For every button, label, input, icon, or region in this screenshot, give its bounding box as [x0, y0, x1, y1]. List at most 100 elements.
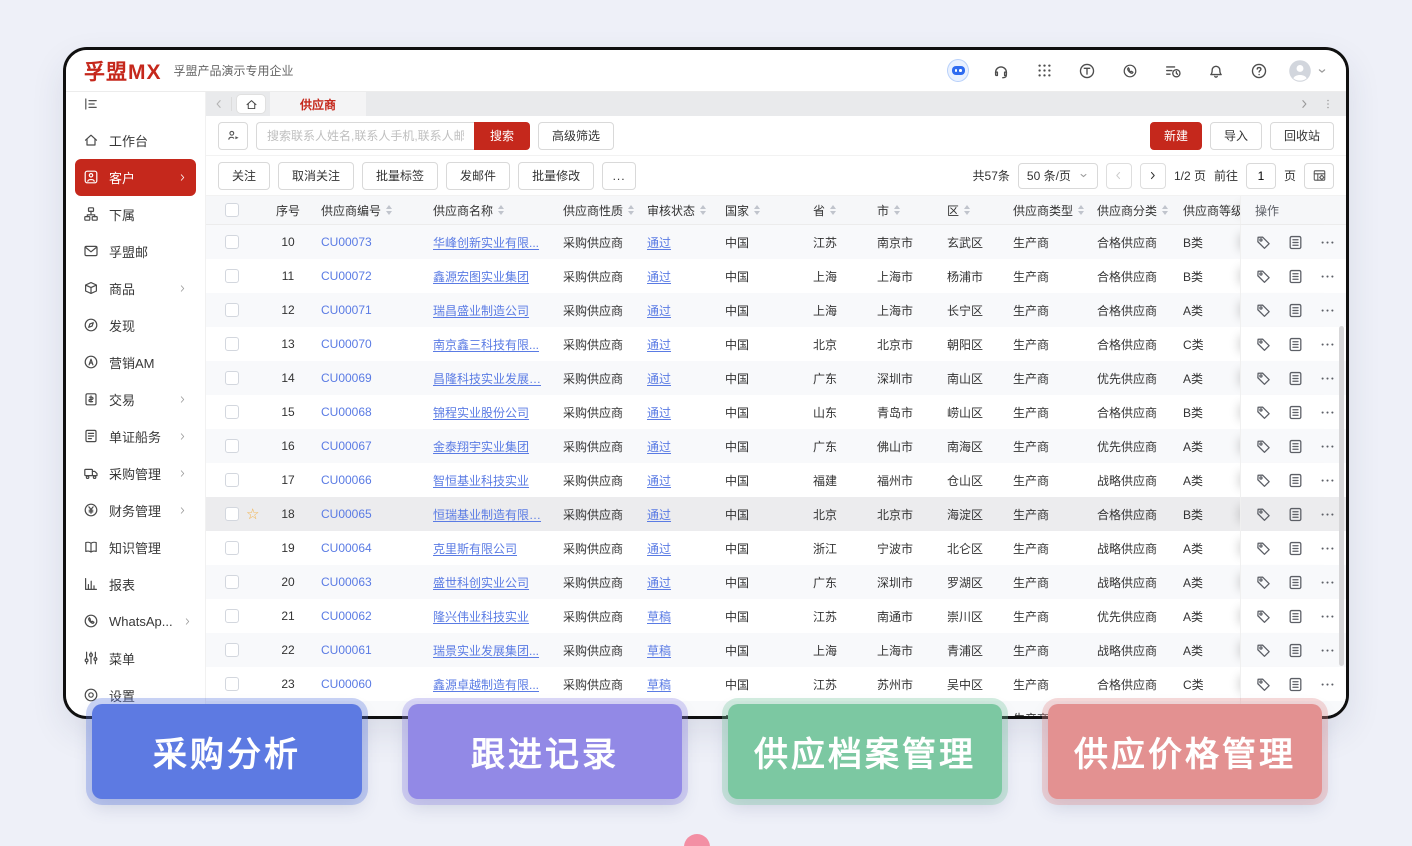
audit-status-link[interactable]: 通过 [636, 293, 714, 327]
row-checkbox[interactable] [225, 643, 239, 657]
supplier-code-link[interactable]: CU00063 [310, 565, 422, 599]
tag-icon[interactable] [1255, 574, 1272, 591]
contact-filter-icon[interactable] [218, 122, 248, 150]
tag-icon[interactable] [1255, 642, 1272, 659]
whatsapp-icon[interactable] [1119, 60, 1141, 82]
bulk-tag-button[interactable]: 批量标签 [362, 162, 438, 190]
supplier-name-link[interactable]: 鑫源宏图实业集团 [422, 259, 552, 293]
sort-icon[interactable] [964, 205, 970, 215]
supplier-code-link[interactable]: CU00060 [310, 667, 422, 701]
apps-grid-icon[interactable] [1033, 60, 1055, 82]
tab-scroll-right-icon[interactable] [1298, 98, 1310, 110]
supplier-name-link[interactable]: 恒瑞基业制造有限… [422, 497, 552, 531]
sidebar-item-report[interactable]: 报表 [75, 566, 196, 603]
supplier-code-link[interactable]: CU00067 [310, 429, 422, 463]
sidebar-item-marketing[interactable]: 营销AM [75, 344, 196, 381]
send-email-button[interactable]: 发邮件 [446, 162, 510, 190]
row-checkbox[interactable] [225, 575, 239, 589]
search-button[interactable]: 搜索 [474, 122, 530, 150]
document-icon[interactable] [1287, 336, 1304, 353]
supplier-code-link[interactable]: CU00071 [310, 293, 422, 327]
tag-icon[interactable] [1255, 540, 1272, 557]
sort-icon[interactable] [628, 205, 634, 215]
row-checkbox[interactable] [225, 473, 239, 487]
headset-icon[interactable] [990, 60, 1012, 82]
supplier-code-link[interactable]: CU00064 [310, 531, 422, 565]
user-menu[interactable] [1288, 59, 1328, 83]
row-checkbox[interactable] [225, 541, 239, 555]
tag-icon[interactable] [1255, 404, 1272, 421]
goto-page-input[interactable] [1246, 163, 1276, 189]
supplier-name-link[interactable]: 金泰翔宇实业集团 [422, 429, 552, 463]
sidebar-item-product[interactable]: 商品 [75, 270, 196, 307]
tag-icon[interactable] [1255, 506, 1272, 523]
supplier-code-link[interactable]: CU00065 [310, 497, 422, 531]
recycle-bin-button[interactable]: 回收站 [1270, 122, 1334, 150]
document-icon[interactable] [1287, 506, 1304, 523]
supplier-name-link[interactable]: 克里斯有限公司 [422, 531, 552, 565]
document-icon[interactable] [1287, 472, 1304, 489]
more-icon[interactable] [1319, 404, 1336, 421]
supplier-name-link[interactable]: 盛世科创实业公司 [422, 565, 552, 599]
sort-icon[interactable] [1162, 205, 1168, 215]
table-settings-icon[interactable] [1304, 163, 1334, 189]
row-checkbox[interactable] [225, 677, 239, 691]
row-checkbox[interactable] [225, 303, 239, 317]
sidebar-item-trade[interactable]: 交易 [75, 381, 196, 418]
document-icon[interactable] [1287, 540, 1304, 557]
more-icon[interactable] [1319, 234, 1336, 251]
row-checkbox[interactable] [225, 269, 239, 283]
sort-icon[interactable] [498, 205, 504, 215]
document-icon[interactable] [1287, 302, 1304, 319]
document-icon[interactable] [1287, 574, 1304, 591]
document-icon[interactable] [1287, 438, 1304, 455]
help-icon[interactable] [1248, 60, 1270, 82]
more-icon[interactable] [1319, 574, 1336, 591]
row-checkbox[interactable] [225, 609, 239, 623]
template-t-icon[interactable] [1076, 60, 1098, 82]
audit-status-link[interactable]: 通过 [636, 497, 714, 531]
tag-icon[interactable] [1255, 676, 1272, 693]
supplier-name-link[interactable]: 瑞昌盛业制造公司 [422, 293, 552, 327]
document-icon[interactable] [1287, 676, 1304, 693]
unfollow-button[interactable]: 取消关注 [278, 162, 354, 190]
more-icon[interactable] [1319, 438, 1336, 455]
supplier-code-link[interactable]: CU00069 [310, 361, 422, 395]
activity-log-icon[interactable] [1162, 60, 1184, 82]
audit-status-link[interactable]: 通过 [636, 395, 714, 429]
overlay-button-3[interactable]: 供应档案管理 [728, 704, 1002, 799]
search-input[interactable] [256, 122, 474, 150]
more-actions-button[interactable]: ... [602, 162, 636, 190]
sidebar-item-menu[interactable]: 菜单 [75, 640, 196, 677]
sidebar-item-whatsapp[interactable]: WhatsAp... [75, 603, 196, 640]
supplier-name-link[interactable]: 瑞景实业发展集团... [422, 633, 552, 667]
audit-status-link[interactable]: 通过 [636, 429, 714, 463]
more-icon[interactable] [1319, 336, 1336, 353]
more-icon[interactable] [1319, 302, 1336, 319]
vertical-scrollbar[interactable] [1339, 326, 1344, 666]
row-checkbox[interactable] [225, 507, 239, 521]
supplier-code-link[interactable]: CU00062 [310, 599, 422, 633]
bulk-edit-button[interactable]: 批量修改 [518, 162, 594, 190]
tag-icon[interactable] [1255, 302, 1272, 319]
user-avatar-icon[interactable] [1288, 59, 1312, 83]
sort-icon[interactable] [754, 205, 760, 215]
supplier-code-link[interactable]: CU00073 [310, 225, 422, 259]
row-checkbox[interactable] [225, 371, 239, 385]
more-icon[interactable] [1319, 676, 1336, 693]
more-icon[interactable] [1319, 642, 1336, 659]
sidebar-item-customer[interactable]: 客户 [75, 159, 196, 196]
supplier-name-link[interactable]: 隆兴伟业科技实业 [422, 599, 552, 633]
supplier-code-link[interactable]: CU00068 [310, 395, 422, 429]
row-checkbox[interactable] [225, 235, 239, 249]
back-chevron-icon[interactable] [206, 97, 232, 111]
supplier-code-link[interactable]: CU00061 [310, 633, 422, 667]
document-icon[interactable] [1287, 370, 1304, 387]
row-checkbox[interactable] [225, 405, 239, 419]
tag-icon[interactable] [1255, 608, 1272, 625]
more-icon[interactable] [1319, 472, 1336, 489]
favorite-star-icon[interactable]: ☆ [246, 507, 259, 522]
document-icon[interactable] [1287, 608, 1304, 625]
document-icon[interactable] [1287, 642, 1304, 659]
audit-status-link[interactable]: 通过 [636, 531, 714, 565]
